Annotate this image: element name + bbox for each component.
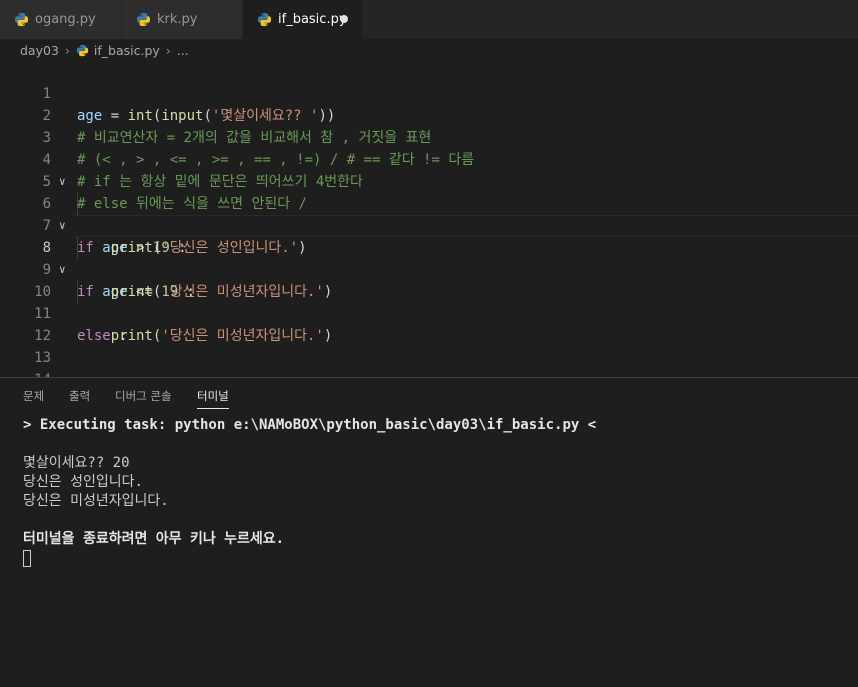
code-line-2: 2 # 비교연산자 = 2개의 값을 비교해서 참 , 거짓을 표현: [0, 83, 858, 146]
tab-label: ogang.py: [35, 12, 96, 27]
line-number: 14: [0, 369, 51, 377]
terminal-end-message: 터미널을 종료하려면 아무 키나 누르세요.: [23, 531, 285, 547]
python-icon: [136, 12, 151, 27]
terminal-line: 당신은 미성년자입니다.: [23, 493, 169, 509]
tab-ogang[interactable]: ogang.py: [0, 0, 121, 39]
tab-output[interactable]: 출력: [69, 388, 90, 404]
tab-debug-console[interactable]: 디버그 콘솔: [115, 388, 172, 404]
python-icon: [76, 44, 89, 57]
breadcrumb-symbols[interactable]: ...: [177, 43, 189, 58]
code-line-4: 4 # if 는 항상 밑에 문단은 띄어쓰기 4번한다: [0, 127, 858, 190]
breadcrumb-file[interactable]: if_basic.py: [94, 43, 160, 58]
tab-label: krk.py: [157, 12, 198, 27]
breadcrumb-folder[interactable]: day03: [20, 43, 59, 58]
terminal-line: 몇살이세요?? 20: [23, 455, 130, 471]
code-line-7: 7 print('당신은 성인입니다.'): [0, 193, 858, 256]
code-line-10: 10 ∨ else :: [0, 259, 858, 344]
code-line-14: 14: [0, 347, 858, 377]
bottom-panel: 문제 출력 디버그 콘솔 터미널 > Executing task: pytho…: [0, 377, 858, 687]
code-line-1: 1 age = int(input('몇살이세요?? ')): [0, 61, 858, 124]
unsaved-dot-icon[interactable]: [340, 15, 348, 23]
terminal-cursor: [23, 549, 31, 567]
code-line-8: 8 ∨ if age <= 19 :: [0, 215, 858, 300]
code-line-9: 9 print('당신은 미성년자입니다.'): [0, 237, 858, 300]
python-icon: [14, 12, 29, 27]
tab-krk[interactable]: krk.py: [122, 0, 242, 39]
breadcrumb: day03 › if_basic.py › ...: [0, 39, 858, 61]
code-line-11: 11 print('당신은 미성년자입니다.'): [0, 281, 858, 344]
code-line-3: 3 # (< , > , <= , >= , == , !=) / # == 같…: [0, 105, 858, 168]
terminal-output[interactable]: > Executing task: python e:\NAMoBOX\pyth…: [23, 416, 596, 568]
fold-chevron-icon[interactable]: ∨: [59, 259, 66, 281]
terminal-task-line: > Executing task: python e:\NAMoBOX\pyth…: [23, 417, 597, 433]
code-line-12: 12: [0, 303, 858, 344]
tab-if-basic[interactable]: if_basic.py: [243, 0, 362, 39]
editor-tab-bar: ogang.py krk.py if_basic.py: [0, 0, 858, 39]
fold-chevron-icon[interactable]: ∨: [59, 171, 66, 193]
tab-terminal[interactable]: 터미널: [197, 388, 229, 409]
code-line-13: 13: [0, 325, 858, 366]
terminal-line: 당신은 성인입니다.: [23, 474, 143, 490]
chevron-right-icon: ›: [64, 42, 70, 58]
code-line-6: 6 ∨ if age > 19 :: [0, 171, 858, 256]
chevron-right-icon: ›: [165, 42, 171, 58]
code-editor[interactable]: 1 age = int(input('몇살이세요?? ')) 2 # 비교연산자…: [0, 61, 858, 377]
panel-tab-bar: 문제 출력 디버그 콘솔 터미널: [0, 378, 858, 414]
fold-chevron-icon[interactable]: ∨: [59, 215, 66, 237]
tab-problems[interactable]: 문제: [23, 388, 44, 404]
code-line-5: 5 # else 뒤에는 식을 쓰면 안된다 /: [0, 149, 858, 212]
python-icon: [257, 12, 272, 27]
tab-label: if_basic.py: [278, 12, 347, 27]
